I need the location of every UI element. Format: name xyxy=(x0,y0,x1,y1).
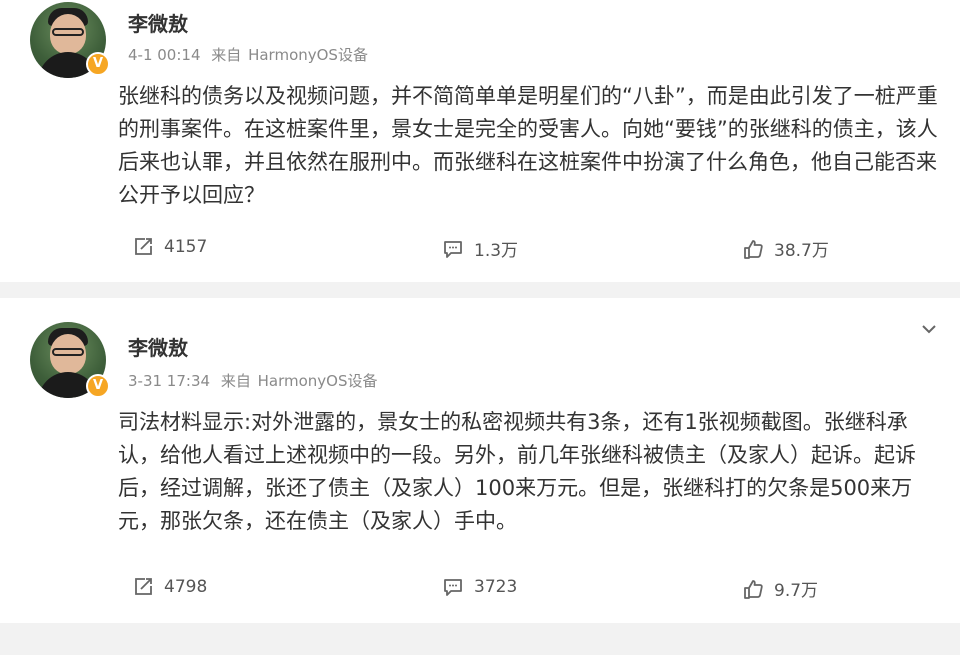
comment-count: 3723 xyxy=(474,577,518,597)
like-count: 38.7万 xyxy=(774,241,829,261)
post-meta: 4-1 00:14 来自 HarmonyOS设备 xyxy=(128,44,374,65)
post-source: HarmonyOS设备 xyxy=(257,372,378,390)
comment-icon xyxy=(444,240,462,258)
like-button[interactable]: 38.7万 xyxy=(742,236,829,261)
repost-count: 4798 xyxy=(164,577,208,597)
weibo-post: V 李微敖 4-1 00:14 来自 HarmonyOS设备 张继科的债务以及视… xyxy=(0,0,960,282)
chevron-down-icon[interactable] xyxy=(920,320,938,338)
repost-icon xyxy=(135,578,152,595)
post-source: HarmonyOS设备 xyxy=(248,46,368,64)
post-actions: 4157 1.3万 38.7万 xyxy=(0,236,960,266)
thumbs-up-icon xyxy=(744,579,763,599)
source-prefix: 来自 xyxy=(220,372,251,390)
post-separator xyxy=(0,282,960,298)
comment-button[interactable]: 1.3万 xyxy=(442,236,518,261)
verified-badge-icon: V xyxy=(86,52,110,76)
comment-icon xyxy=(444,579,462,596)
like-count: 9.7万 xyxy=(774,581,819,601)
author-name[interactable]: 李微敖 xyxy=(128,8,188,37)
post-time[interactable]: 3-31 17:34 xyxy=(128,372,210,390)
like-button[interactable]: 9.7万 xyxy=(742,576,818,601)
post-meta: 3-31 17:34 来自 HarmonyOS设备 xyxy=(128,370,384,391)
weibo-feed: V 李微敖 4-1 00:14 来自 HarmonyOS设备 张继科的债务以及视… xyxy=(0,0,960,655)
repost-count: 4157 xyxy=(164,237,208,257)
verified-badge-icon: V xyxy=(86,374,110,398)
repost-button[interactable]: 4157 xyxy=(132,236,207,258)
post-actions: 4798 3723 9.7万 xyxy=(0,576,960,606)
author-name[interactable]: 李微敖 xyxy=(128,332,188,361)
post-content: 司法材料显示:对外泄露的，景女士的私密视频共有3条，还有1张视频截图。张继科承认… xyxy=(118,410,916,533)
post-content: 张继科的债务以及视频问题，并不简简单单是明星们的“八卦”，而是由此引发了一桩严重… xyxy=(118,84,938,207)
comment-button[interactable]: 3723 xyxy=(442,576,517,598)
repost-button[interactable]: 4798 xyxy=(132,576,207,598)
thumbs-up-icon xyxy=(744,239,763,259)
weibo-post: V 李微敖 3-31 17:34 来自 HarmonyOS设备 司法材料显示:对… xyxy=(0,298,960,623)
comment-count: 1.3万 xyxy=(474,241,519,261)
repost-icon xyxy=(135,238,152,255)
source-prefix: 来自 xyxy=(211,46,242,64)
post-time[interactable]: 4-1 00:14 xyxy=(128,46,201,64)
